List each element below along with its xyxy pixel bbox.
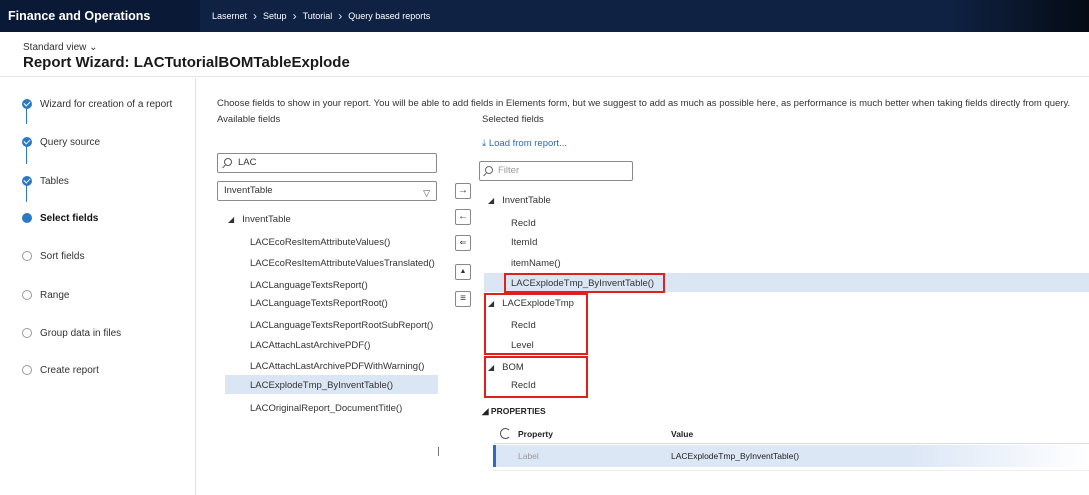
selected-field-item[interactable]: ItemId xyxy=(511,237,537,248)
remove-field-button[interactable]: ← xyxy=(455,209,471,225)
available-field-item[interactable]: LACEcoResItemAttributeValues() xyxy=(250,237,390,248)
grid-header: Property Value xyxy=(493,424,1089,444)
step-label: Select fields xyxy=(40,212,99,224)
breadcrumb-item-query-based-reports[interactable]: Query based reports xyxy=(348,0,430,32)
chevron-down-icon: ⌄ xyxy=(89,42,98,53)
app-title[interactable]: Finance and Operations Preview xyxy=(0,0,200,55)
text-cursor-icon xyxy=(438,447,439,456)
checkmark-icon xyxy=(22,99,32,109)
available-field-item[interactable]: LACEcoResItemAttributeValuesTranslated() xyxy=(250,258,435,269)
table-row[interactable]: Label LACExplodeTmp_ByInventTable() xyxy=(493,445,1089,467)
available-field-item[interactable]: LACAttachLastArchivePDFWithWarning() xyxy=(250,361,424,372)
highlight-box xyxy=(484,293,588,355)
collapse-triangle-icon: ◢ xyxy=(228,215,235,224)
search-icon xyxy=(224,158,232,166)
step-label: Range xyxy=(40,289,70,301)
breadcrumb-item-setup[interactable]: Setup xyxy=(263,0,287,32)
top-bar: Finance and Operations Preview Lasernet … xyxy=(0,0,1089,55)
divider xyxy=(493,470,1089,471)
selected-fields-label: Selected fields xyxy=(482,114,544,125)
breadcrumb-item-lasernet[interactable]: Lasernet xyxy=(212,0,247,32)
table-select-value: InventTable xyxy=(224,185,273,196)
current-step-icon xyxy=(22,213,32,223)
step-tables[interactable]: Tables xyxy=(22,174,69,188)
selected-field-item[interactable]: RecId xyxy=(511,218,536,229)
highlight-box xyxy=(484,356,588,398)
step-create-report[interactable]: Create report xyxy=(22,363,99,377)
topbar-fade xyxy=(949,0,1089,32)
collapse-triangle-icon: ◢ xyxy=(482,406,489,416)
column-header-property[interactable]: Property xyxy=(518,424,553,444)
filter-input[interactable]: Filter xyxy=(479,161,633,181)
properties-button[interactable]: ≡ xyxy=(455,291,471,307)
breadcrumb-item-tutorial[interactable]: Tutorial xyxy=(303,0,333,32)
selected-field-item[interactable]: itemName() xyxy=(511,258,561,269)
step-label: Create report xyxy=(40,364,99,376)
add-field-button[interactable]: → xyxy=(455,183,471,199)
group-label: InventTable xyxy=(502,195,551,206)
move-up-button[interactable]: ▲ xyxy=(455,264,471,280)
load-from-report-link[interactable]: ⤓ Load from report... xyxy=(482,138,567,149)
property-cell: Label xyxy=(518,451,539,461)
available-field-item[interactable]: LACLanguageTextsReportRootSubReport() xyxy=(250,320,433,331)
available-field-item[interactable]: LACLanguageTextsReportRoot() xyxy=(250,298,388,309)
remove-all-button[interactable]: ⇐ xyxy=(455,235,471,251)
checkmark-icon xyxy=(22,137,32,147)
available-field-item[interactable]: LACExplodeTmp_ByInventTable() xyxy=(250,380,393,391)
refresh-icon[interactable] xyxy=(500,428,511,439)
chevron-right-icon: › xyxy=(292,9,297,23)
chevron-right-icon: › xyxy=(338,9,343,23)
selected-group-inventtable[interactable]: ◢ InventTable xyxy=(488,195,551,206)
chevron-down-icon: ▽ xyxy=(423,188,430,198)
properties-section[interactable]: ◢ PROPERTIES xyxy=(482,406,546,417)
download-icon: ⤓ xyxy=(482,138,487,149)
step-query-source[interactable]: Query source xyxy=(22,135,100,149)
highlight-box xyxy=(504,273,665,293)
search-value: LAC xyxy=(238,157,257,168)
view-label: Standard view xyxy=(23,42,87,53)
available-field-item[interactable]: LACAttachLastArchivePDF() xyxy=(250,340,370,351)
wizard-steps: Wizard for creation of a report Query so… xyxy=(0,78,196,495)
step-label: Group data in files xyxy=(40,327,122,339)
available-fields-label: Available fields xyxy=(217,114,281,125)
checkmark-icon xyxy=(22,176,32,186)
step-label: Tables xyxy=(40,175,69,187)
step-sort-fields[interactable]: Sort fields xyxy=(22,249,84,263)
pending-step-icon xyxy=(22,251,32,261)
search-icon xyxy=(485,166,493,174)
filter-placeholder: Filter xyxy=(498,165,520,176)
breadcrumb: Lasernet › Setup › Tutorial › Query base… xyxy=(212,0,430,32)
column-header-value[interactable]: Value xyxy=(671,424,693,444)
view-selector[interactable]: Standard view ⌄ xyxy=(23,42,98,53)
step-label: Wizard for creation of a report xyxy=(40,98,173,110)
pending-step-icon xyxy=(22,365,32,375)
step-range[interactable]: Range xyxy=(22,288,69,302)
step-group-data[interactable]: Group data in files xyxy=(22,326,121,340)
available-field-item[interactable]: LACLanguageTextsReport() xyxy=(250,280,368,291)
tree-node-label: InventTable xyxy=(242,214,291,225)
page-header: Standard view ⌄ Report Wizard: LACTutori… xyxy=(0,32,1089,77)
pending-step-icon xyxy=(22,290,32,300)
available-field-item[interactable]: LACOriginalReport_DocumentTitle() xyxy=(250,403,402,414)
collapse-triangle-icon: ◢ xyxy=(488,196,495,205)
load-link-label: Load from report... xyxy=(488,138,567,149)
step-label: Sort fields xyxy=(40,250,85,262)
table-select[interactable]: InventTable ▽ xyxy=(217,181,437,201)
properties-heading: PROPERTIES xyxy=(490,406,546,416)
value-cell[interactable]: LACExplodeTmp_ByInventTable() xyxy=(671,446,799,466)
step-label: Query source xyxy=(40,136,101,148)
instructions-text: Choose fields to show in your report. Yo… xyxy=(217,98,1071,109)
pending-step-icon xyxy=(22,328,32,338)
step-wizard-creation[interactable]: Wizard for creation of a report xyxy=(22,97,172,111)
tree-node-inventtable[interactable]: ◢ InventTable xyxy=(228,214,291,225)
chevron-right-icon: › xyxy=(253,9,258,23)
step-select-fields[interactable]: Select fields xyxy=(22,211,98,225)
page-title: Report Wizard: LACTutorialBOMTableExplod… xyxy=(23,54,350,71)
search-input[interactable]: LAC xyxy=(217,153,437,173)
